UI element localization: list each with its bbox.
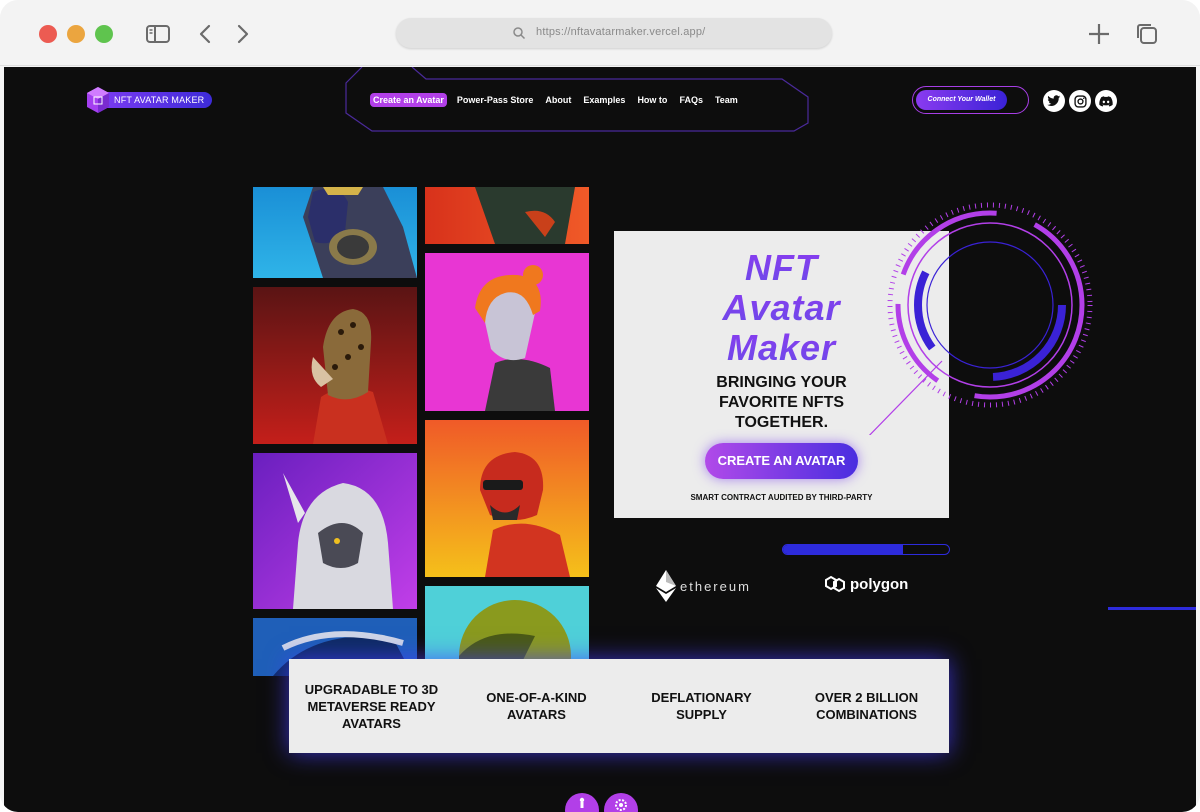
feature-text: UPGRADABLE TO 3D: [304, 681, 439, 697]
feature-text: DEFLATIONARY: [651, 690, 752, 705]
instagram-icon[interactable]: [1069, 90, 1091, 112]
website: NFT AVATAR MAKER Create an Avatar Power-…: [4, 67, 1196, 812]
progress-bar: [782, 544, 950, 555]
decorative-ring-graphic: [868, 202, 1093, 435]
decorative-side-line: [1108, 607, 1196, 610]
address-bar[interactable]: https://nftavatarmaker.vercel.app/: [396, 18, 832, 48]
feature-text: COMBINATIONS: [816, 707, 917, 722]
avatar-tile-red-helmet: [425, 420, 589, 577]
chess-piece-icon[interactable]: [565, 793, 599, 812]
progress-fill: [783, 545, 903, 554]
avatar-tile-ginger-girl: [425, 253, 589, 411]
ethereum-label: ethereum: [680, 578, 751, 594]
ethereum-icon: [656, 570, 676, 602]
gear-icon[interactable]: [604, 793, 638, 812]
sidebar-icon[interactable]: [144, 20, 172, 48]
close-window-button[interactable]: [39, 25, 57, 43]
feature-text: ONE-OF-A-KIND: [486, 690, 587, 705]
forward-icon[interactable]: [228, 20, 256, 48]
feature-text: OVER 2 BILLION: [814, 690, 919, 705]
cube-logo-icon: [87, 87, 109, 113]
discord-icon[interactable]: [1095, 90, 1117, 112]
features-panel: UPGRADABLE TO 3D METAVERSE READY AVATARS…: [289, 659, 949, 753]
feature-one-of-a-kind: ONE-OF-A-KIND AVATARS: [454, 689, 619, 723]
browser-toolbar: https://nftavatarmaker.vercel.app/: [0, 0, 1200, 66]
feature-upgradable: UPGRADABLE TO 3D METAVERSE READY AVATARS: [289, 681, 454, 732]
polygon-label: polygon: [850, 575, 909, 593]
url-text: https://nftavatarmaker.vercel.app/: [536, 26, 706, 38]
nav-team[interactable]: Team: [715, 95, 738, 105]
avatar-tile-leopard: [253, 287, 417, 444]
new-tab-icon[interactable]: [1085, 20, 1113, 48]
polygon-icon: [825, 575, 845, 593]
nav-how-to[interactable]: How to: [637, 95, 667, 105]
nav-examples[interactable]: Examples: [583, 95, 625, 105]
avatar-tile-warrior: [253, 187, 417, 278]
audit-note: SMART CONTRACT AUDITED BY THIRD-PARTY: [690, 493, 873, 502]
connect-wallet-button[interactable]: Connect Your Wallet: [916, 90, 1007, 110]
feature-text: AVATARS: [342, 715, 401, 731]
nav-faqs[interactable]: FAQs: [679, 95, 703, 105]
avatar-tile-red-masked: [425, 187, 589, 244]
twitter-icon[interactable]: [1043, 90, 1065, 112]
feature-deflationary: DEFLATIONARY SUPPLY: [619, 689, 784, 723]
minimize-window-button[interactable]: [67, 25, 85, 43]
feature-text: METAVERSE READY: [307, 698, 436, 714]
search-icon: [513, 27, 526, 40]
main-nav: Create an Avatar Power-Pass Store About …: [370, 93, 750, 107]
logo-text: NFT AVATAR MAKER: [100, 92, 213, 108]
back-icon[interactable]: [192, 20, 220, 48]
create-avatar-button[interactable]: CREATE AN AVATAR: [705, 443, 858, 479]
feature-text: AVATARS: [507, 707, 566, 722]
nav-power-pass-store[interactable]: Power-Pass Store: [457, 95, 534, 105]
ethereum-logo: ethereum: [656, 570, 751, 602]
feature-text: SUPPLY: [676, 707, 727, 722]
polygon-logo: polygon: [824, 575, 908, 593]
browser-window: https://nftavatarmaker.vercel.app/ NFT A…: [0, 0, 1200, 812]
feature-combinations: OVER 2 BILLION COMBINATIONS: [784, 689, 949, 723]
tabs-icon[interactable]: [1133, 20, 1161, 48]
nav-create-avatar[interactable]: Create an Avatar: [370, 93, 447, 107]
avatar-tile-hooded-knight: [253, 453, 417, 609]
maximize-window-button[interactable]: [95, 25, 113, 43]
nav-about[interactable]: About: [545, 95, 571, 105]
